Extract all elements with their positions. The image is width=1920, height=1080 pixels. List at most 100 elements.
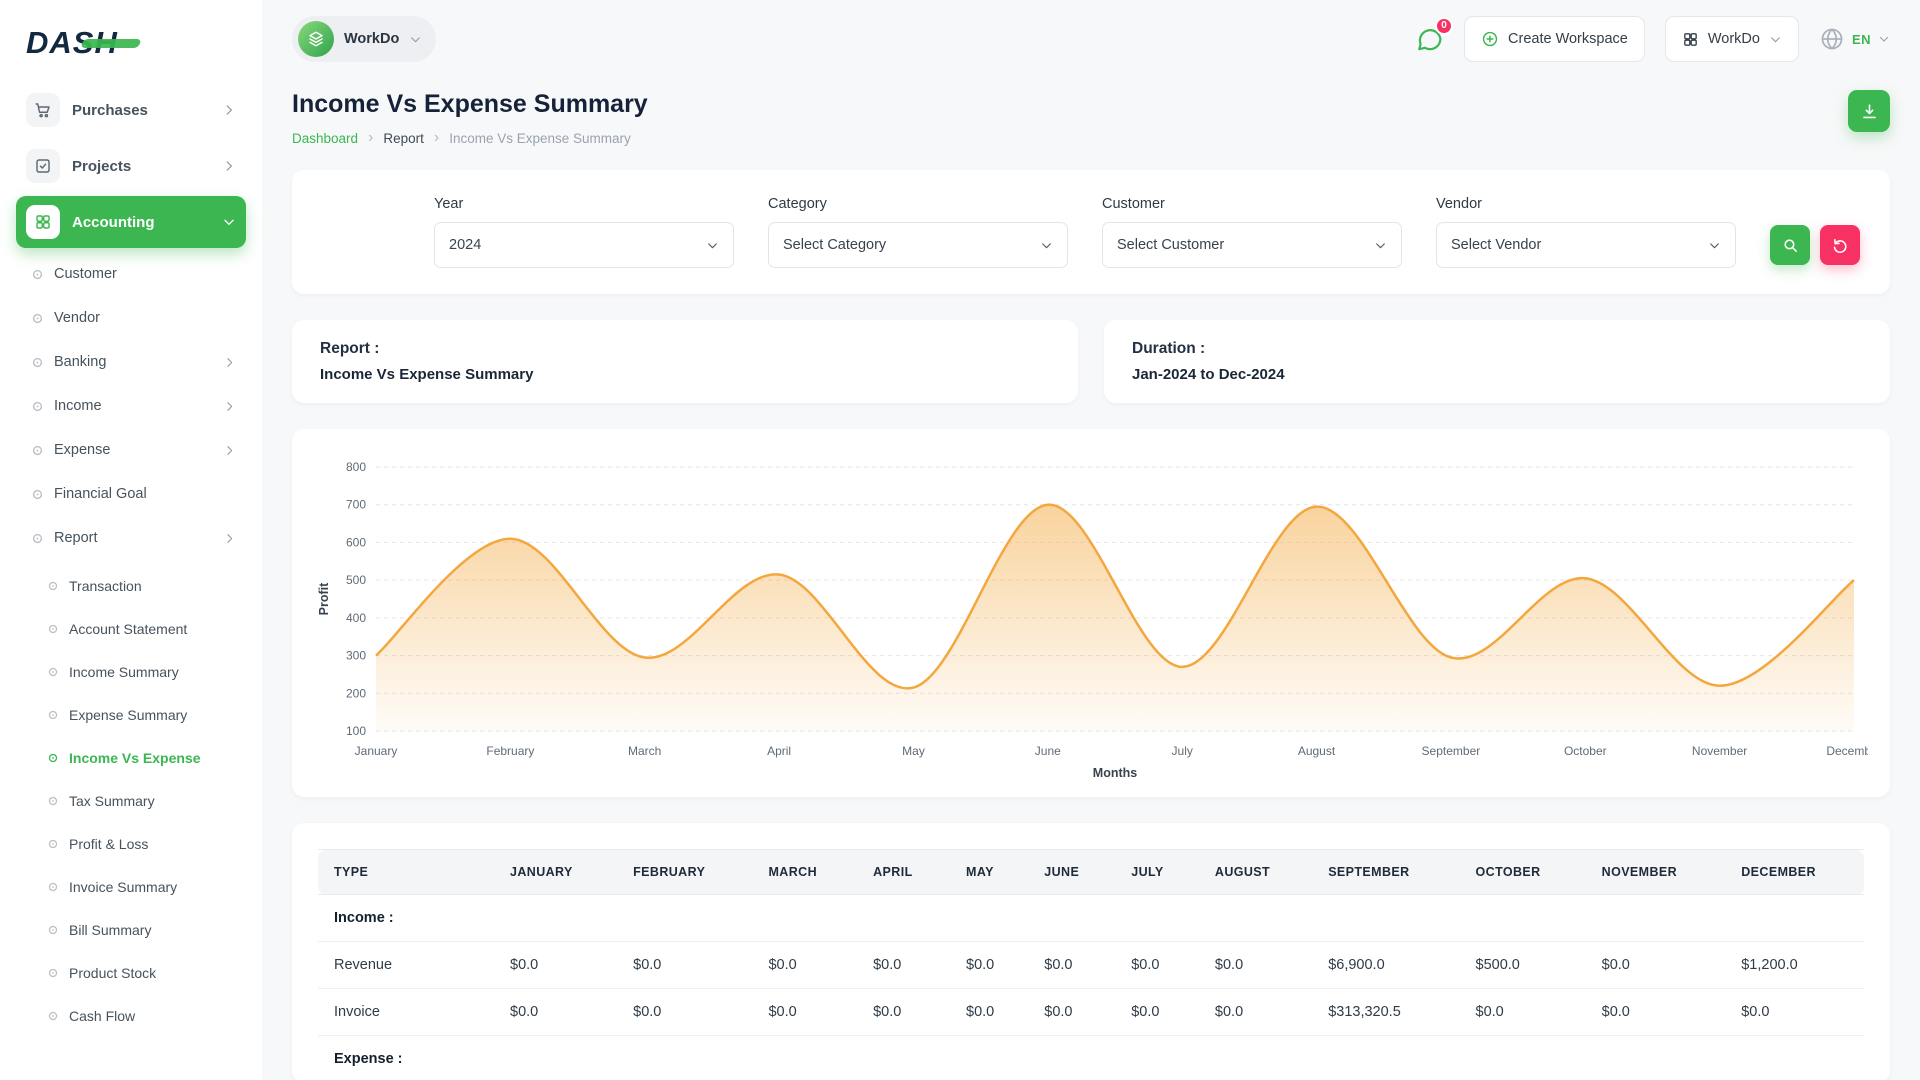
page-header: Income Vs Expense Summary Dashboard › Re… <box>292 90 1890 146</box>
table-cell: $0.0 <box>1586 942 1726 989</box>
sidebar-item-vendor[interactable]: Vendor <box>16 296 246 340</box>
column-header: JUNE <box>1028 850 1115 895</box>
sidebar-item-financial-goal[interactable]: Financial Goal <box>16 472 246 516</box>
workspace-name: WorkDo <box>344 31 399 47</box>
row-type: Revenue <box>318 942 494 989</box>
sidebar-item-projects[interactable]: Projects <box>16 140 246 192</box>
sidebar-item-label: Income <box>54 398 102 414</box>
plus-circle-icon <box>1481 30 1499 48</box>
sidebar-item-purchases[interactable]: Purchases <box>16 84 246 136</box>
column-header: SEPTEMBER <box>1312 850 1459 895</box>
duration-value: Jan-2024 to Dec-2024 <box>1132 366 1862 383</box>
table-row: Invoice $0.0 $0.0 $0.0 $0.0 $0.0 $0.0 $0… <box>318 989 1864 1036</box>
column-header: APRIL <box>857 850 950 895</box>
table-cell: $0.0 <box>950 989 1028 1036</box>
category-select[interactable]: Select Category <box>768 222 1068 268</box>
page-title: Income Vs Expense Summary <box>292 90 648 119</box>
sidebar-item-label: Customer <box>54 266 117 282</box>
table-cell: $6,900.0 <box>1312 942 1459 989</box>
category-label: Category <box>768 196 1068 212</box>
sidebar-item-tax-summary[interactable]: Tax Summary <box>16 779 246 822</box>
svg-text:600: 600 <box>346 535 366 549</box>
sidebar-item-income-summary[interactable]: Income Summary <box>16 650 246 693</box>
column-header: JULY <box>1115 850 1199 895</box>
search-button[interactable] <box>1770 225 1810 265</box>
column-header: JANUARY <box>494 850 617 895</box>
sidebar-item-label: Profit & Loss <box>69 836 148 852</box>
year-select[interactable]: 2024 <box>434 222 734 268</box>
sidebar-item-account-statement[interactable]: Account Statement <box>16 607 246 650</box>
sidebar-item-expense-summary[interactable]: Expense Summary <box>16 693 246 736</box>
sidebar-item-report[interactable]: Report <box>16 516 246 560</box>
topbar-actions: 0 Create Workspace WorkDo <box>1415 16 1890 62</box>
column-header: TYPE <box>318 850 494 895</box>
language-selector[interactable]: EN <box>1819 26 1890 52</box>
bullet-icon <box>32 401 43 412</box>
chevron-right-icon <box>223 444 236 457</box>
sidebar-item-transaction[interactable]: Transaction <box>16 564 246 607</box>
table-row: Revenue $0.0 $0.0 $0.0 $0.0 $0.0 $0.0 $0… <box>318 942 1864 989</box>
sidebar-item-label: Product Stock <box>69 965 156 981</box>
sidebar-item-banking[interactable]: Banking <box>16 340 246 384</box>
svg-text:December: December <box>1826 744 1868 758</box>
sidebar-item-accounting[interactable]: Accounting <box>16 196 246 248</box>
sidebar-item-label: Bill Summary <box>69 922 151 938</box>
report-label: Report : <box>320 340 1050 358</box>
sidebar-item-bill-summary[interactable]: Bill Summary <box>16 908 246 951</box>
sidebar-item-label: Income Vs Expense <box>69 750 201 766</box>
workdo-menu-button[interactable]: WorkDo <box>1665 16 1799 62</box>
report-submenu: Transaction Account Statement Income Sum… <box>16 564 246 1037</box>
bullet-icon <box>48 710 58 720</box>
table-cell: $0.0 <box>752 942 857 989</box>
sidebar-item-expense[interactable]: Expense <box>16 428 246 472</box>
sidebar-item-income[interactable]: Income <box>16 384 246 428</box>
sidebar-item-label: Vendor <box>54 310 100 326</box>
bullet-icon <box>48 882 58 892</box>
reset-button[interactable] <box>1820 225 1860 265</box>
sidebar-item-label: Transaction <box>69 578 142 594</box>
sidebar-item-income-vs-expense[interactable]: Income Vs Expense <box>16 736 246 779</box>
grid-icon <box>26 205 60 239</box>
sidebar-item-label: Report <box>54 530 98 546</box>
table-cell: $0.0 <box>1115 989 1199 1036</box>
column-header: MARCH <box>752 850 857 895</box>
svg-text:400: 400 <box>346 611 366 625</box>
breadcrumb-current: Income Vs Expense Summary <box>449 131 631 146</box>
logo-dash-mark <box>80 39 141 48</box>
vendor-select[interactable]: Select Vendor <box>1436 222 1736 268</box>
svg-text:January: January <box>355 744 398 758</box>
reset-icon <box>1832 237 1849 254</box>
report-table-card: TYPE JANUARY FEBRUARY MARCH APRIL MAY JU… <box>292 823 1890 1080</box>
table-cell: $500.0 <box>1460 942 1586 989</box>
sidebar-item-cash-flow[interactable]: Cash Flow <box>16 994 246 1037</box>
messages-button[interactable]: 0 <box>1415 25 1444 54</box>
bullet-icon <box>32 357 43 368</box>
bullet-icon <box>48 624 58 634</box>
sidebar-item-product-stock[interactable]: Product Stock <box>16 951 246 994</box>
section-label: Expense : <box>318 1036 1864 1080</box>
chevron-down-icon <box>1769 33 1782 46</box>
bullet-icon <box>48 796 58 806</box>
sidebar-item-label: Expense Summary <box>69 707 187 723</box>
sidebar-item-invoice-summary[interactable]: Invoice Summary <box>16 865 246 908</box>
breadcrumb-report[interactable]: Report <box>383 131 424 146</box>
bullet-icon <box>48 839 58 849</box>
customer-select-value: Select Customer <box>1117 237 1224 253</box>
table-cell: $0.0 <box>1725 989 1864 1036</box>
customer-select[interactable]: Select Customer <box>1102 222 1402 268</box>
chevron-down-icon <box>409 33 422 46</box>
app-logo[interactable]: DASH <box>16 14 246 72</box>
svg-text:July: July <box>1172 744 1193 758</box>
table-cell: $1,200.0 <box>1725 942 1864 989</box>
workspace-switcher[interactable]: WorkDo <box>292 16 436 62</box>
bullet-icon <box>48 925 58 935</box>
sidebar-item-profit-loss[interactable]: Profit & Loss <box>16 822 246 865</box>
table-cell: $0.0 <box>1586 989 1726 1036</box>
sidebar-item-customer[interactable]: Customer <box>16 252 246 296</box>
chart-card: 100200300400500600700800JanuaryFebruaryM… <box>292 429 1890 797</box>
download-button[interactable] <box>1848 90 1890 132</box>
create-workspace-button[interactable]: Create Workspace <box>1464 16 1645 62</box>
chevron-down-icon <box>1878 33 1890 45</box>
breadcrumb-dashboard[interactable]: Dashboard <box>292 131 358 146</box>
main-column: WorkDo 0 Create Workspace <box>262 0 1920 1080</box>
